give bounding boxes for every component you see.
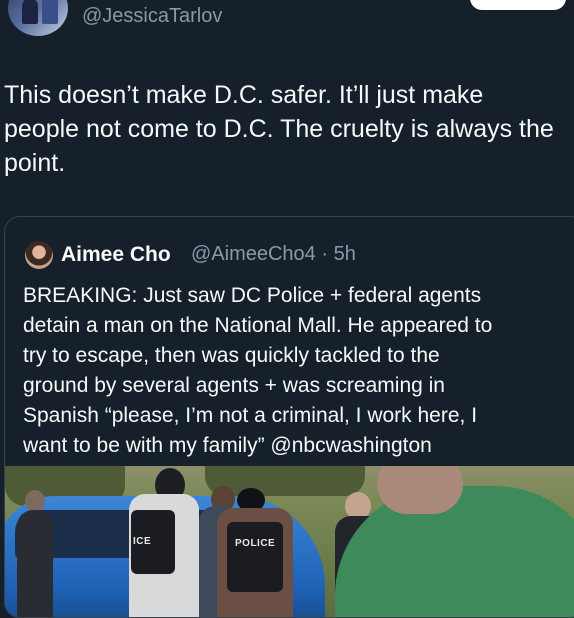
bald-head — [377, 466, 463, 514]
bystander — [17, 510, 53, 617]
agent-vest: ICE — [131, 510, 175, 574]
tweet-author-row: @JessicaTarlov — [0, 0, 574, 40]
quoted-tweet-media-image[interactable]: ICE POLICE — [5, 466, 574, 617]
follow-button[interactable] — [470, 0, 566, 10]
tweet-text: This doesn’t make D.C. safer. It’ll just… — [4, 81, 554, 177]
agent-white-shirt: ICE — [129, 494, 199, 617]
quoted-author-handle-time: @AimeeCho4 · 5h — [191, 243, 356, 265]
quoted-author-avatar[interactable] — [25, 241, 53, 269]
vest-label: ICE — [133, 536, 152, 547]
police-officer: POLICE — [217, 508, 293, 617]
quoted-tweet-text: BREAKING: Just saw DC Police + federal a… — [23, 284, 493, 457]
author-handle[interactable]: @JessicaTarlov — [82, 5, 222, 28]
author-avatar[interactable] — [8, 0, 68, 36]
quoted-tweet-card[interactable]: Aimee Cho @AimeeCho4 · 5h BREAKING: Just… — [4, 216, 574, 618]
quoted-tweet-header: Aimee Cho @AimeeCho4 · 5h — [23, 239, 574, 273]
police-vest: POLICE — [227, 522, 283, 592]
police-vest-label: POLICE — [235, 538, 276, 549]
bystander-head — [25, 490, 45, 512]
quoted-author-name[interactable]: Aimee Cho — [61, 243, 171, 267]
